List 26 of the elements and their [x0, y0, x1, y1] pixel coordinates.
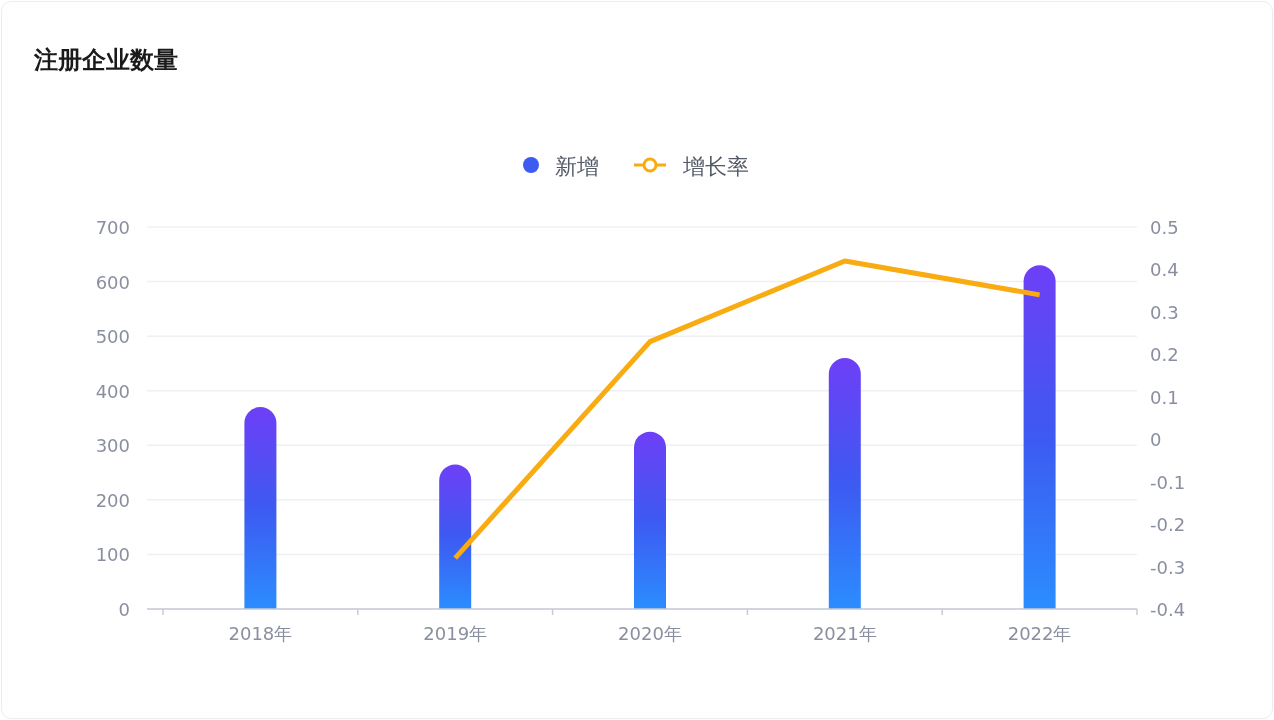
axis-label: 2021年 — [812, 623, 877, 644]
axis-label: 600 — [95, 271, 130, 293]
chart-title: 注册企业数量 — [34, 46, 178, 74]
axis-label: 2020年 — [618, 623, 682, 644]
axis-label: 0 — [1150, 429, 1162, 451]
axis-label: 700 — [95, 217, 130, 238]
axis-label: 500 — [95, 326, 130, 348]
axis-label: 0.5 — [1150, 217, 1179, 238]
axis-label: 400 — [95, 380, 130, 402]
axis-label: 0.2 — [1150, 344, 1179, 366]
axis-label: -0.2 — [1150, 514, 1186, 536]
axis-label: 100 — [95, 544, 130, 566]
axis-label: 2018年 — [228, 623, 293, 644]
legend-label[interactable]: 新增 — [555, 154, 599, 179]
axis-label: 0.3 — [1150, 301, 1179, 323]
axis-label: -0.4 — [1150, 599, 1186, 620]
axis-label: 0 — [118, 599, 130, 620]
axis-label: -0.3 — [1150, 556, 1186, 578]
legend-label[interactable]: 增长率 — [683, 154, 749, 179]
axis-label: 0.4 — [1150, 259, 1179, 281]
axis-label: 200 — [95, 489, 130, 511]
axis-label: 2022年 — [1007, 623, 1072, 644]
axis-label: 300 — [95, 435, 130, 457]
axis-label: 0.1 — [1150, 386, 1179, 408]
axis-label: 2019年 — [423, 623, 488, 644]
axis-label: -0.1 — [1150, 471, 1186, 493]
